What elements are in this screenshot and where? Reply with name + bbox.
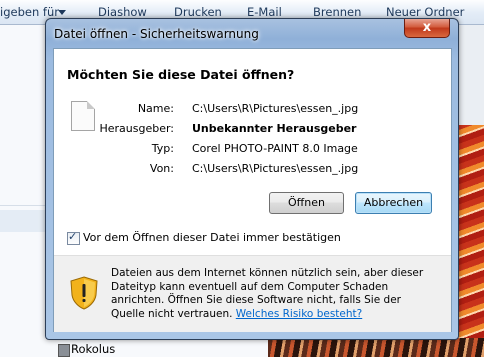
- warning-area: Dateien aus dem Internet können nützlich…: [54, 255, 451, 332]
- security-warning-dialog: Datei öffnen - Sicherheitswarnung x Möch…: [45, 18, 459, 340]
- nav-item-highlight[interactable]: [0, 210, 48, 232]
- close-button[interactable]: x: [404, 19, 450, 38]
- warning-shield-icon: [70, 276, 98, 310]
- share-with-menu[interactable]: igeben für: [0, 5, 59, 19]
- burn-button[interactable]: Brennen: [313, 5, 361, 19]
- dialog-content: Möchten Sie diese Datei öffnen? Name: C:…: [53, 48, 452, 332]
- type-value: Corel PHOTO-PAINT 8.0 Image: [192, 142, 358, 155]
- risk-info-link[interactable]: Welches Risiko besteht?: [236, 308, 362, 320]
- warning-text-block: Dateien aus dem Internet können nützlich…: [111, 267, 437, 321]
- divider: [0, 205, 48, 206]
- type-label: Typ:: [151, 142, 174, 155]
- publisher-label: Herausgeber:: [99, 122, 174, 135]
- print-button[interactable]: Drucken: [174, 5, 222, 19]
- name-value: C:\Users\R\Pictures\essen_.jpg: [192, 102, 359, 115]
- dialog-title: Datei öffnen - Sicherheitswarnung: [54, 27, 259, 41]
- close-icon: x: [422, 20, 432, 35]
- chevron-down-icon[interactable]: [58, 10, 66, 15]
- photo-preview: [268, 338, 484, 357]
- email-button[interactable]: E-Mail: [247, 5, 282, 19]
- navigation-pane: [0, 25, 48, 357]
- from-value: C:\Users\R\Pictures\essen_.jpg: [192, 162, 359, 175]
- dialog-question: Möchten Sie diese Datei öffnen?: [67, 67, 295, 82]
- cancel-button[interactable]: Abbrechen: [355, 192, 432, 214]
- slideshow-button[interactable]: Diashow: [98, 5, 147, 19]
- always-confirm-label[interactable]: Vor dem Öffnen dieser Datei immer bestät…: [83, 231, 341, 244]
- always-confirm-checkbox[interactable]: ✓: [67, 230, 80, 245]
- folder-item-rokolus[interactable]: Rokolus: [71, 342, 115, 356]
- checkmark-icon: ✓: [68, 230, 78, 243]
- open-button[interactable]: Öffnen: [269, 192, 344, 214]
- folder-icon: [58, 344, 70, 357]
- name-label: Name:: [137, 102, 174, 115]
- new-folder-button[interactable]: Neuer Ordner: [386, 5, 464, 19]
- from-label: Von:: [149, 162, 174, 175]
- publisher-value: Unbekannter Herausgeber: [192, 122, 357, 135]
